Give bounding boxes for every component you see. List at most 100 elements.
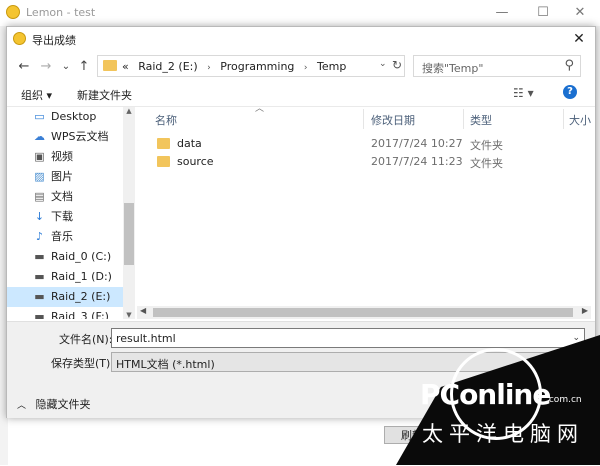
drive-icon: ▬	[34, 270, 45, 283]
file-modified: 2017/7/24 10:27	[371, 137, 463, 150]
file-modified: 2017/7/24 11:23	[371, 155, 463, 168]
column-type[interactable]: 类型	[470, 112, 492, 128]
column-divider[interactable]	[563, 109, 564, 129]
recent-locations-chevron-icon[interactable]: ⌄	[57, 58, 75, 76]
search-icon[interactable]: ⚲	[564, 58, 574, 73]
hide-folders-toggle[interactable]: ︿ 隐藏文件夹	[17, 396, 91, 412]
tree-item-wps-cloud[interactable]: ☁ WPS云文档	[7, 127, 123, 147]
tree-item-downloads[interactable]: ↓ 下载	[7, 207, 123, 227]
dialog-title: 导出成绩	[32, 34, 76, 47]
lemon-logo-icon	[6, 5, 20, 19]
file-row[interactable]: data 2017/7/24 10:27 文件夹	[137, 135, 591, 153]
tree-item-music[interactable]: ♪ 音乐	[7, 227, 123, 247]
filetype-label: 保存类型(T):	[51, 357, 115, 370]
scroll-up-icon[interactable]: ▲	[123, 107, 135, 115]
file-name: data	[177, 137, 202, 150]
filetype-value: HTML文档 (*.html)	[116, 358, 215, 371]
folder-icon	[157, 156, 170, 167]
chevron-down-icon[interactable]: ⌄	[572, 333, 580, 343]
dialog-close-button[interactable]: ✕	[569, 29, 589, 49]
view-options-icon[interactable]: ☷ ▾	[513, 86, 534, 100]
file-name: source	[177, 155, 214, 168]
column-modified[interactable]: 修改日期	[371, 112, 415, 128]
cloud-icon: ☁	[34, 130, 45, 143]
filename-value[interactable]: result.html	[116, 332, 176, 345]
tree-item-label: Raid_2 (E:)	[51, 290, 111, 303]
drive-icon: ▬	[34, 290, 45, 303]
watermark-chinese-text: 太平洋电脑网	[422, 422, 584, 446]
tree-item-label: 视频	[51, 150, 73, 163]
folder-icon	[157, 138, 170, 149]
background-window-title: Lemon - test	[26, 6, 96, 19]
search-placeholder: 搜索"Temp"	[422, 62, 484, 75]
tree-item-label: Raid_3 (F:)	[51, 310, 109, 319]
watermark-domain: .com.cn	[546, 395, 582, 405]
maximize-button[interactable]: ☐	[529, 3, 557, 23]
file-type: 文件夹	[470, 139, 503, 152]
file-list-scrollbar[interactable]: ◀ ▶	[137, 306, 591, 319]
breadcrumb-programming[interactable]: Programming	[220, 60, 294, 73]
address-bar[interactable]: « Raid_2 (E:) › Programming › Temp ⌄ ↻	[97, 55, 405, 77]
file-type: 文件夹	[470, 157, 503, 170]
scrollbar-thumb[interactable]	[153, 308, 573, 317]
filename-label: 文件名(N):	[59, 333, 113, 346]
scrollbar-thumb[interactable]	[124, 203, 134, 265]
forward-arrow-icon[interactable]: →	[37, 58, 55, 76]
back-arrow-icon[interactable]: ←	[15, 58, 33, 76]
background-titlebar: Lemon - test — ☐ ✕	[0, 0, 600, 26]
tree-item-desktop[interactable]: ▭ Desktop	[7, 107, 123, 127]
video-icon: ▣	[34, 150, 45, 163]
music-icon: ♪	[35, 230, 44, 243]
download-icon: ↓	[34, 210, 45, 223]
organize-button[interactable]: 组织 ▾	[21, 87, 52, 103]
tree-item-raid-0[interactable]: ▬ Raid_0 (C:)	[7, 247, 123, 267]
breadcrumb-separator-icon[interactable]: ›	[304, 63, 308, 73]
sort-chevron-icon: ︿	[255, 104, 265, 114]
tree-item-pictures[interactable]: ▨ 图片	[7, 167, 123, 187]
column-size[interactable]: 大小	[569, 112, 591, 128]
scroll-left-icon[interactable]: ◀	[140, 306, 146, 315]
tree-item-label: 图片	[51, 170, 73, 183]
tree-item-raid-2[interactable]: ▬ Raid_2 (E:)	[7, 287, 123, 307]
desktop-icon: ▭	[34, 110, 45, 123]
filename-input[interactable]: result.html ⌄	[111, 328, 585, 348]
lemon-logo-icon	[13, 32, 26, 45]
breadcrumb-separator-icon[interactable]: ›	[207, 63, 211, 73]
file-row[interactable]: source 2017/7/24 11:23 文件夹	[137, 153, 591, 171]
breadcrumb-temp[interactable]: Temp	[317, 60, 346, 73]
watermark-brand: PConline	[420, 378, 551, 411]
scroll-right-icon[interactable]: ▶	[582, 306, 588, 315]
hide-folders-label: 隐藏文件夹	[35, 398, 91, 411]
folder-icon	[103, 60, 117, 71]
breadcrumb: « Raid_2 (E:) › Programming › Temp	[122, 60, 352, 73]
refresh-icon[interactable]: ↻	[392, 58, 402, 72]
tree-item-raid-1[interactable]: ▬ Raid_1 (D:)	[7, 267, 123, 287]
chevron-up-icon: ︿	[17, 401, 27, 411]
address-dropdown-icon[interactable]: ⌄	[379, 59, 387, 69]
tree-item-label: 文档	[51, 190, 73, 203]
scroll-down-icon[interactable]: ▼	[123, 311, 135, 319]
up-arrow-icon[interactable]: ↑	[75, 58, 93, 76]
column-divider[interactable]	[363, 109, 364, 129]
navigation-tree: ▭ Desktop ☁ WPS云文档 ▣ 视频 ▨ 图片 ▤ 文档 ↓ 下载 ♪…	[7, 107, 135, 319]
navigation-bar: ← → ⌄ ↑ « Raid_2 (E:) › Programming › Te…	[7, 54, 595, 80]
command-bar: 组织 ▾ 新建文件夹 ☷ ▾ ?	[7, 82, 595, 107]
column-header: ︿ 名称 修改日期 类型 大小	[137, 104, 591, 131]
column-name[interactable]: 名称	[155, 112, 177, 128]
tree-item-label: 下载	[51, 210, 73, 223]
drive-icon: ▬	[34, 250, 45, 263]
new-folder-button[interactable]: 新建文件夹	[77, 87, 132, 103]
tree-scrollbar[interactable]: ▲ ▼	[123, 107, 135, 319]
close-window-button[interactable]: ✕	[566, 3, 594, 23]
search-input[interactable]: 搜索"Temp" ⚲	[413, 55, 581, 77]
tree-item-videos[interactable]: ▣ 视频	[7, 147, 123, 167]
document-icon: ▤	[34, 190, 45, 203]
tree-item-raid-3[interactable]: ▬ Raid_3 (F:)	[7, 307, 123, 319]
breadcrumb-drive[interactable]: Raid_2 (E:)	[138, 60, 197, 73]
minimize-button[interactable]: —	[488, 3, 516, 23]
help-icon[interactable]: ?	[563, 85, 577, 99]
tree-item-documents[interactable]: ▤ 文档	[7, 187, 123, 207]
column-divider[interactable]	[463, 109, 464, 129]
picture-icon: ▨	[34, 170, 45, 183]
breadcrumb-overflow[interactable]: «	[122, 60, 129, 73]
